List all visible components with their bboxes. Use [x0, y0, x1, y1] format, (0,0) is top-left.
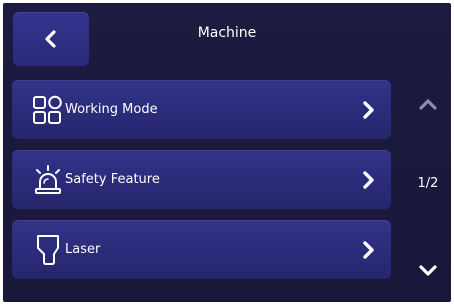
page-indicator: 1/2	[417, 176, 439, 191]
menu-item-label: Safety Feature	[65, 172, 160, 187]
chevron-up-icon[interactable]	[418, 97, 438, 111]
grid-icon	[33, 95, 62, 124]
chevron-right-icon	[363, 101, 374, 119]
chevron-right-icon	[363, 171, 374, 189]
menu-item-label: Laser	[65, 242, 101, 257]
page-title: Machine	[197, 25, 257, 41]
menu-item-safety-feature[interactable]: Safety Feature	[12, 150, 391, 209]
chevron-right-icon	[363, 241, 374, 259]
machine-settings-screen: Machine Working Mode Safety Feature Lase…	[3, 3, 451, 302]
menu-item-label: Working Mode	[65, 102, 158, 117]
chevron-down-icon[interactable]	[418, 264, 438, 278]
menu-item-working-mode[interactable]: Working Mode	[12, 80, 391, 139]
laser-head-icon	[37, 235, 59, 265]
alarm-light-icon	[35, 165, 61, 194]
menu-item-laser[interactable]: Laser	[12, 220, 391, 279]
